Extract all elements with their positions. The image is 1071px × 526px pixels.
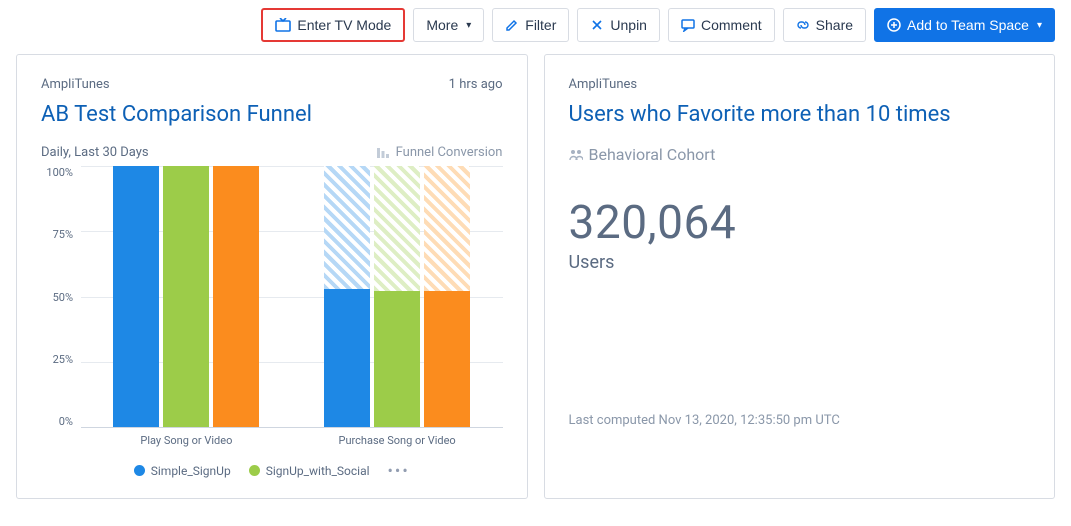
comment-label: Comment bbox=[701, 17, 762, 33]
card-source: AmpliTunes bbox=[569, 77, 638, 92]
card-title[interactable]: AB Test Comparison Funnel bbox=[41, 102, 503, 127]
chevron-down-icon: ▾ bbox=[1037, 20, 1042, 31]
filter-button[interactable]: Filter bbox=[492, 8, 569, 42]
share-label: Share bbox=[816, 17, 853, 33]
bar[interactable] bbox=[424, 166, 470, 427]
enter-tv-mode-label: Enter TV Mode bbox=[297, 17, 391, 33]
add-team-label: Add to Team Space bbox=[907, 17, 1029, 33]
cohort-label: Behavioral Cohort bbox=[569, 145, 716, 164]
card-range: Daily, Last 30 Days bbox=[41, 145, 149, 160]
chart-card: AmpliTunes 1 hrs ago AB Test Comparison … bbox=[16, 54, 528, 499]
bar-group bbox=[81, 166, 292, 427]
plus-circle-icon bbox=[887, 18, 901, 32]
legend-item[interactable]: SignUp_with_Social bbox=[249, 464, 370, 478]
metric-card: AmpliTunes Users who Favorite more than … bbox=[544, 54, 1056, 499]
card-title[interactable]: Users who Favorite more than 10 times bbox=[569, 102, 1031, 127]
bar[interactable] bbox=[324, 166, 370, 427]
legend-more-icon[interactable]: ••• bbox=[388, 461, 410, 480]
people-icon bbox=[569, 148, 583, 162]
unpin-icon bbox=[590, 18, 604, 32]
more-button[interactable]: More ▾ bbox=[413, 8, 484, 42]
bar[interactable] bbox=[163, 166, 209, 427]
swatch bbox=[134, 465, 145, 476]
toolbar: Enter TV Mode More ▾ Filter Unpin Commen… bbox=[16, 8, 1055, 42]
bar-group bbox=[292, 166, 503, 427]
cards-row: AmpliTunes 1 hrs ago AB Test Comparison … bbox=[16, 54, 1055, 499]
card-source: AmpliTunes bbox=[41, 77, 110, 92]
edit-icon bbox=[505, 18, 519, 32]
chevron-down-icon: ▾ bbox=[466, 20, 471, 31]
add-to-team-space-button[interactable]: Add to Team Space ▾ bbox=[874, 8, 1055, 42]
bar[interactable] bbox=[113, 166, 159, 427]
link-icon bbox=[796, 18, 810, 32]
tv-icon bbox=[275, 18, 291, 32]
metric-unit: Users bbox=[569, 252, 1031, 273]
legend-item[interactable]: Simple_SignUp bbox=[134, 464, 231, 478]
more-label: More bbox=[426, 17, 458, 33]
share-button[interactable]: Share bbox=[783, 8, 866, 42]
swatch bbox=[249, 465, 260, 476]
x-axis: Play Song or Video Purchase Song or Vide… bbox=[41, 434, 503, 447]
bar-chart: 100% 75% 50% 25% 0% bbox=[41, 166, 503, 428]
enter-tv-mode-button[interactable]: Enter TV Mode bbox=[261, 8, 405, 42]
filter-label: Filter bbox=[525, 17, 556, 33]
comment-button[interactable]: Comment bbox=[668, 8, 775, 42]
last-computed: Last computed Nov 13, 2020, 12:35:50 pm … bbox=[569, 413, 1031, 428]
bar[interactable] bbox=[374, 166, 420, 427]
unpin-label: Unpin bbox=[610, 17, 647, 33]
legend: Simple_SignUp SignUp_with_Social ••• bbox=[41, 461, 503, 480]
funnel-icon bbox=[376, 146, 390, 160]
y-axis: 100% 75% 50% 25% 0% bbox=[41, 166, 81, 428]
comment-icon bbox=[681, 18, 695, 32]
metric-label: Funnel Conversion bbox=[376, 145, 503, 160]
card-age: 1 hrs ago bbox=[449, 77, 503, 92]
metric-value: 320,064 bbox=[569, 196, 1031, 250]
unpin-button[interactable]: Unpin bbox=[577, 8, 660, 42]
plot-area bbox=[81, 166, 503, 428]
bar[interactable] bbox=[213, 166, 259, 427]
